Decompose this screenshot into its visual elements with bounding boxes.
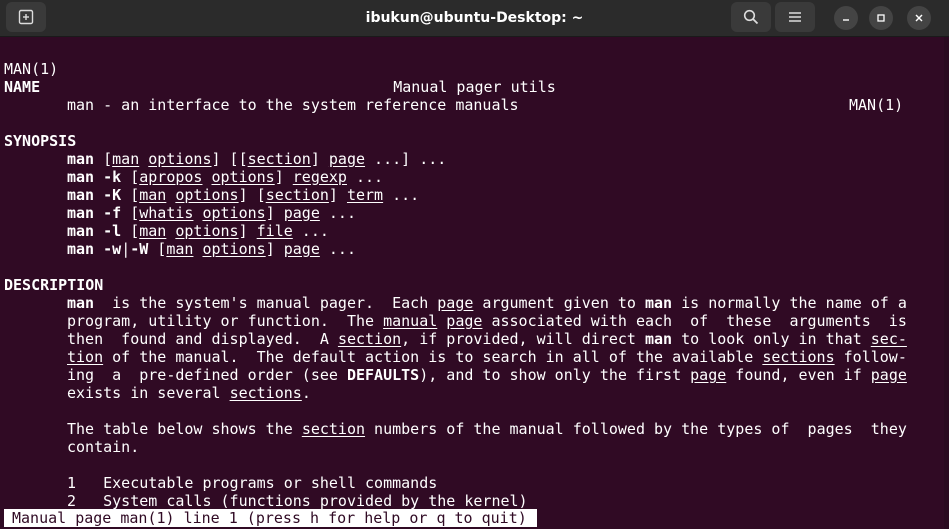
search-icon xyxy=(743,9,759,25)
name-line: man - an interface to the system referen… xyxy=(67,96,519,114)
synopsis-heading: SYNOPSIS xyxy=(4,132,77,150)
pager-status-bar: Manual page man(1) line 1 (press h for h… xyxy=(4,509,537,527)
new-tab-icon xyxy=(18,9,34,25)
title-bar: ibukun@ubuntu-Desktop: ~ xyxy=(0,0,949,37)
maximize-button[interactable] xyxy=(869,6,893,30)
synopsis-line: man [man options] [[section] page ...] .… xyxy=(67,150,447,168)
terminal-window: ibukun@ubuntu-Desktop: ~ MAN(1) Manual p… xyxy=(0,0,949,529)
description-line: contain. xyxy=(67,438,140,456)
description-line: exists in several sections. xyxy=(67,384,311,402)
synopsis-line: man -w|-W [man options] page ... xyxy=(67,240,356,258)
maximize-icon xyxy=(877,14,885,22)
description-line: tion of the manual. The default action i… xyxy=(67,348,907,366)
man-header-center: Manual pager utils xyxy=(393,78,556,96)
name-heading: NAME xyxy=(4,78,41,96)
scrollbar[interactable] xyxy=(944,37,949,529)
man-header-right: MAN(1) xyxy=(849,96,904,114)
description-line: ing a pre-defined order (see DEFAULTS), … xyxy=(67,366,907,384)
synopsis-line: man -k [apropos options] regexp ... xyxy=(67,168,384,186)
menu-icon xyxy=(789,12,801,22)
description-line: program, utility or function. The manual… xyxy=(67,312,907,330)
description-heading: DESCRIPTION xyxy=(4,276,104,294)
synopsis-line: man -K [man options] [section] term ... xyxy=(67,186,420,204)
minimize-icon xyxy=(843,19,849,21)
description-line: man is the system's manual pager. Each p… xyxy=(67,294,907,312)
new-tab-button[interactable] xyxy=(6,2,46,32)
synopsis-line: man -l [man options] file ... xyxy=(67,222,329,240)
menu-button[interactable] xyxy=(775,2,815,32)
section-list-item: 1 Executable programs or shell commands xyxy=(67,474,438,492)
synopsis-line: man -f [whatis options] page ... xyxy=(67,204,356,222)
terminal-content[interactable]: MAN(1) Manual pager utils MAN(1) NAME ma… xyxy=(0,37,949,529)
description-line: The table below shows the section number… xyxy=(67,420,907,438)
close-icon xyxy=(915,14,923,22)
close-button[interactable] xyxy=(907,6,931,30)
minimize-button[interactable] xyxy=(834,6,858,30)
man-header-left: MAN(1) xyxy=(4,60,59,78)
description-line: then found and displayed. A section, if … xyxy=(67,330,907,348)
man-header: MAN(1) Manual pager utils MAN(1) xyxy=(0,42,949,114)
section-list-item: 2 System calls (functions provided by th… xyxy=(67,492,528,510)
search-button[interactable] xyxy=(731,2,771,32)
